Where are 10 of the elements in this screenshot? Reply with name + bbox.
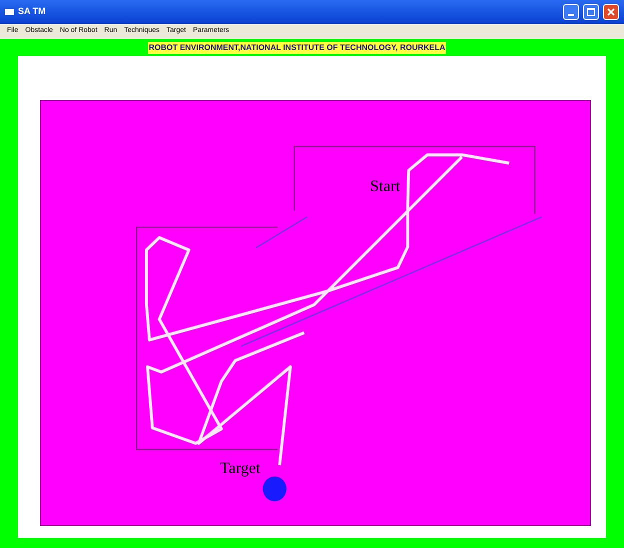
- start-label: Start: [370, 179, 400, 195]
- maximize-button[interactable]: [583, 4, 599, 20]
- app-icon: [5, 9, 14, 15]
- target-label: Target: [220, 461, 260, 477]
- close-icon: [607, 8, 615, 16]
- target-marker: [262, 476, 286, 502]
- window-title: SA TM: [18, 5, 46, 18]
- close-button[interactable]: [603, 4, 619, 20]
- minimize-button[interactable]: [563, 4, 579, 20]
- banner-heading: ROBOT ENVIRONMENT,NATIONAL INSTITUTE OF TECHNOLOGY, ROURKELA: [148, 42, 446, 54]
